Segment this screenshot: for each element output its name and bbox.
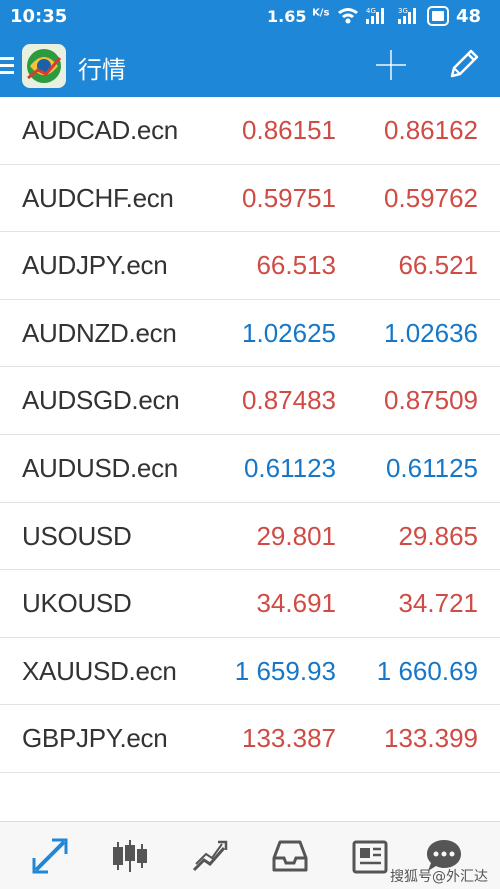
quote-symbol: AUDCHF.ecn (22, 182, 174, 213)
quote-bid: 0.61123 (243, 452, 336, 483)
quote-bid: 0.59751 (242, 182, 336, 213)
quote-ask: 0.61125 (385, 452, 478, 483)
quote-symbol: AUDNZD.ecn (22, 317, 177, 348)
quote-bid: 1 659.93 (234, 655, 336, 686)
svg-text:3G: 3G (398, 7, 408, 15)
status-time: 10:35 (10, 6, 68, 27)
battery-level: 48 (456, 6, 482, 27)
quote-bid: 133.387 (242, 723, 336, 754)
quote-row[interactable]: AUDUSD.ecn 0.61123 0.61125 (0, 435, 500, 503)
add-icon[interactable] (374, 48, 408, 82)
battery-icon (427, 6, 449, 26)
quote-ask: 29.865 (398, 520, 478, 551)
quote-ask: 0.86162 (384, 115, 478, 145)
app-bar: 行情 (0, 34, 500, 97)
quote-symbol: AUDCAD.ecn (22, 115, 178, 145)
page-title: 行情 (78, 56, 126, 84)
signal-4g-icon: 4G (366, 7, 384, 24)
quote-bid: 0.87483 (242, 385, 336, 416)
quote-bid: 1.02625 (242, 317, 336, 348)
wifi-icon (338, 8, 358, 24)
quote-symbol: AUDSGD.ecn (22, 385, 180, 416)
menu-icon[interactable] (0, 54, 16, 78)
network-speed: 1.65 K/s (267, 7, 329, 26)
chart-icon[interactable] (110, 836, 150, 876)
quote-bid: 29.801 (256, 520, 336, 551)
status-bar: 10:35 1.65 K/s 4G 3G 48 (0, 0, 500, 34)
quote-row[interactable]: UKOUSD 34.691 34.721 (0, 570, 500, 638)
news-icon[interactable] (350, 836, 390, 876)
quote-symbol: USOUSD (22, 520, 132, 551)
quote-row[interactable]: XAUUSD.ecn 1 659.93 1 660.69 (0, 638, 500, 706)
quote-bid: 66.513 (256, 250, 336, 281)
quote-symbol: AUDUSD.ecn (22, 452, 178, 483)
quote-symbol: UKOUSD (22, 588, 132, 619)
app-logo[interactable] (22, 44, 66, 88)
quote-row[interactable]: USOUSD 29.801 29.865 (0, 503, 500, 571)
quote-symbol: AUDJPY.ecn (22, 250, 168, 281)
quote-ask: 0.87509 (384, 385, 478, 416)
quote-row[interactable]: AUDSGD.ecn 0.87483 0.87509 (0, 367, 500, 435)
quote-ask: 0.59762 (384, 182, 478, 213)
watermark: 搜狐号@外汇达人 (390, 869, 488, 885)
signal-3g-icon: 3G (398, 7, 416, 24)
quotes-icon[interactable] (30, 836, 70, 876)
quote-ask: 133.399 (384, 723, 478, 754)
quote-ask: 1.02636 (384, 317, 478, 348)
quote-bid: 34.691 (256, 588, 336, 619)
quote-ask: 34.721 (398, 588, 478, 619)
quotes-list: AUDCAD.ecn 0.86151 0.86162 AUDCHF.ecn 0.5975… (0, 97, 500, 773)
trade-icon[interactable] (190, 836, 230, 876)
quote-row[interactable]: AUDCAD.ecn 0.86151 0.86162 (0, 97, 500, 165)
quote-row[interactable]: GBPJPY.ecn 133.387 133.399 (0, 705, 500, 773)
history-icon[interactable] (270, 836, 310, 876)
quote-row[interactable]: AUDNZD.ecn 1.02625 1.02636 (0, 300, 500, 368)
edit-icon[interactable] (446, 46, 482, 82)
svg-text:4G: 4G (366, 7, 376, 15)
quote-symbol: GBPJPY.ecn (22, 723, 168, 754)
quote-ask: 66.521 (398, 250, 478, 281)
quote-ask: 1 660.69 (376, 655, 478, 686)
network-speed-value: 1.65 (267, 7, 307, 26)
quote-row[interactable]: AUDJPY.ecn 66.513 66.521 (0, 232, 500, 300)
quote-bid: 0.86151 (242, 115, 336, 145)
quote-symbol: XAUUSD.ecn (22, 655, 177, 686)
network-speed-unit: K/s (312, 7, 330, 19)
quote-row[interactable]: AUDCHF.ecn 0.59751 0.59762 (0, 165, 500, 233)
